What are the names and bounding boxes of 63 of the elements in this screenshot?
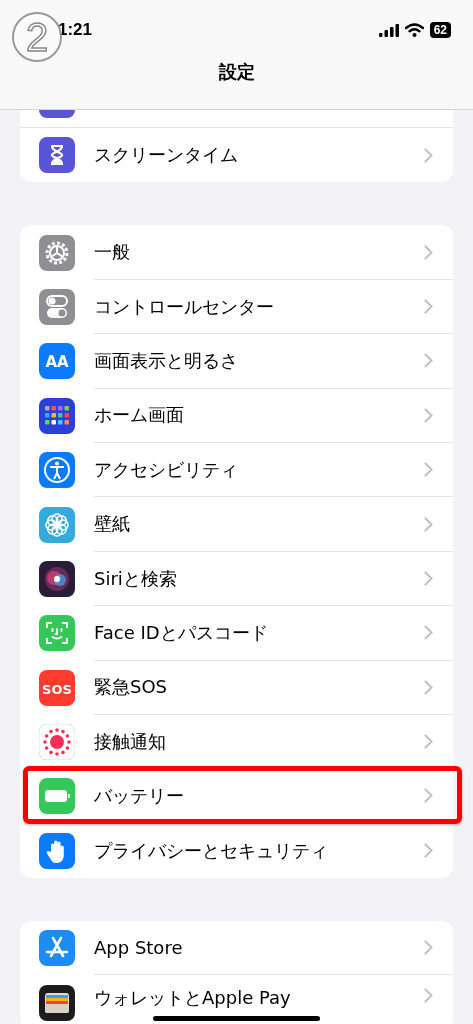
chevron-icon bbox=[424, 462, 433, 478]
settings-row[interactable]: SOS 緊急SOS bbox=[20, 660, 453, 715]
settings-row[interactable]: バッテリー bbox=[20, 769, 453, 824]
dotted-sun-icon bbox=[39, 724, 75, 761]
battery-icon bbox=[39, 778, 75, 815]
row-label: 画面表示と明るさ bbox=[94, 350, 238, 371]
row-label: 緊急SOS bbox=[94, 677, 168, 698]
settings-row[interactable]: 一般 bbox=[20, 225, 453, 280]
wallet-icon bbox=[39, 984, 75, 1021]
siri-icon bbox=[39, 560, 75, 597]
signal-icon bbox=[378, 23, 399, 37]
screen-title: 設定 bbox=[217, 60, 256, 84]
row-label: App Store bbox=[94, 937, 183, 958]
chevron-icon bbox=[424, 940, 433, 956]
chevron-icon bbox=[424, 147, 433, 163]
row-label: スクリーンタイム bbox=[94, 145, 238, 166]
row-label: 一般 bbox=[94, 242, 130, 262]
settings-row[interactable]: Siriと検索 bbox=[20, 551, 453, 607]
sos-icon: SOS bbox=[39, 669, 75, 706]
hand-icon bbox=[39, 832, 75, 869]
toggle-icon bbox=[39, 288, 75, 325]
settings-row[interactable]: AA 画面表示と明るさ bbox=[20, 334, 453, 389]
wifi-icon bbox=[404, 23, 424, 37]
row-label: ホーム画面 bbox=[94, 405, 184, 426]
chevron-icon bbox=[424, 516, 433, 532]
row-label: コントロールセンター bbox=[94, 296, 274, 317]
settings-row[interactable]: 接触通知 bbox=[20, 714, 453, 770]
row-label: 壁紙 bbox=[94, 514, 130, 534]
row-label: プライバシーとセキュリティ bbox=[94, 841, 328, 861]
battery-level: 62 bbox=[429, 22, 451, 38]
chevron-icon bbox=[424, 988, 433, 1004]
chevron-icon bbox=[424, 625, 433, 641]
chevron-icon bbox=[424, 244, 433, 260]
settings-row[interactable]: Face IDとパスコード bbox=[20, 606, 453, 661]
chevron-icon bbox=[424, 843, 433, 859]
settings-row[interactable]: App Store bbox=[20, 921, 453, 976]
chevron-icon bbox=[424, 734, 433, 750]
face-scan-icon bbox=[39, 615, 75, 652]
row-label: アクセシビリティ bbox=[94, 459, 238, 480]
hourglass-icon bbox=[39, 137, 75, 174]
chevron-icon bbox=[424, 407, 433, 423]
settings-row[interactable]: プライバシーとセキュリティ bbox=[20, 823, 453, 879]
accessibility-icon bbox=[39, 452, 75, 489]
row-label: Siriと検索 bbox=[94, 568, 177, 589]
app-store-icon bbox=[39, 930, 75, 967]
app-grid-icon bbox=[39, 397, 75, 434]
row-label: バッテリー bbox=[94, 786, 184, 806]
chevron-icon bbox=[424, 298, 433, 314]
flower-icon bbox=[39, 506, 75, 543]
settings-row[interactable]: 壁紙 bbox=[20, 497, 453, 552]
settings-row[interactable]: コントロールセンター bbox=[20, 279, 453, 335]
chevron-icon bbox=[424, 788, 433, 804]
row-label: ウォレットとApple Pay bbox=[94, 988, 291, 1009]
chevron-icon bbox=[424, 353, 433, 369]
chevron-icon bbox=[424, 679, 433, 695]
row-label: Face IDとパスコード bbox=[94, 622, 268, 643]
settings-row[interactable]: ホーム画面 bbox=[20, 388, 453, 443]
settings-row[interactable]: スクリーンタイム bbox=[20, 128, 453, 183]
row-label: 接触通知 bbox=[94, 731, 166, 752]
settings-row[interactable]: アクセシビリティ bbox=[20, 442, 453, 498]
chevron-icon bbox=[424, 570, 433, 586]
text-size-icon: AA bbox=[39, 343, 75, 380]
gear-icon bbox=[39, 234, 75, 271]
